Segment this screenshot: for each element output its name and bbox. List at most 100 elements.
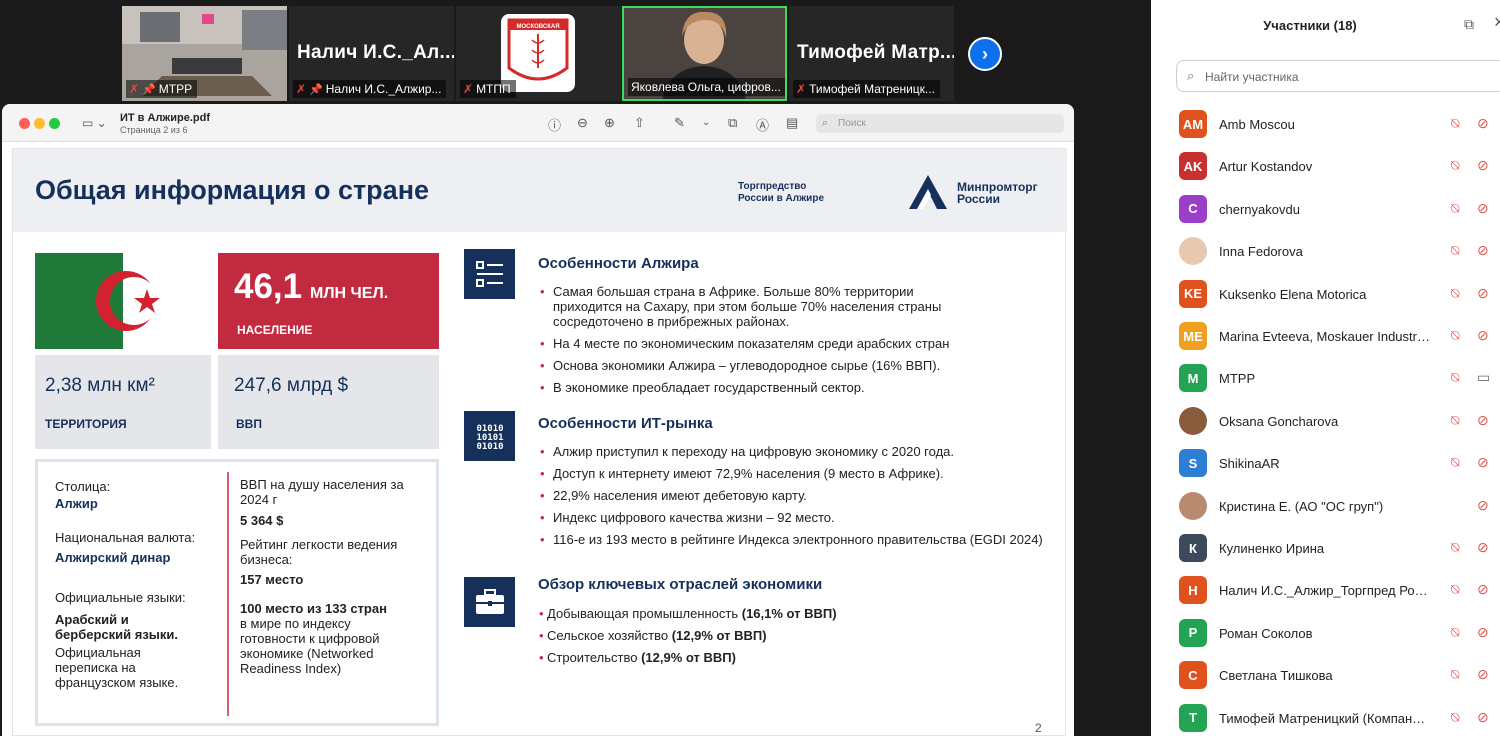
pdf-search-input[interactable]: ⌕ Поиск <box>816 114 1064 133</box>
list-item: На 4 месте по экономическим показателям … <box>539 336 959 351</box>
camera-off-icon[interactable]: ⊘ <box>1477 624 1489 641</box>
chevron-down-icon[interactable]: ⌄ <box>702 117 710 128</box>
pdf-viewer-window: ▭ ⌄ ИТ в Алжире.pdf Страница 2 из 6 ⓘ ⊖ … <box>2 104 1074 736</box>
mic-off-icon[interactable]: ⍉ <box>1451 369 1459 386</box>
mic-off-icon[interactable]: ⍉ <box>1451 157 1459 174</box>
currency-label: Национальная валюта: <box>55 530 196 545</box>
camera-off-icon[interactable]: ⊘ <box>1477 539 1489 556</box>
camera-off-icon[interactable]: ⊘ <box>1477 709 1489 726</box>
tile-label: ✗ МТПП <box>460 80 516 98</box>
zoom-out-icon[interactable]: ⊖ <box>577 115 588 131</box>
annotate-icon[interactable]: Ⓐ <box>756 115 769 134</box>
gdp-per-capita-value: 5 364 $ <box>240 513 284 528</box>
camera-off-icon[interactable]: ⊘ <box>1477 242 1489 259</box>
camera-off-icon[interactable]: ⊘ <box>1477 115 1489 132</box>
participant-name: Налич И.С._Алжир_Торгпред России <box>1219 583 1431 599</box>
participant-name: chernyakovdu <box>1219 201 1300 217</box>
camera-off-icon[interactable]: ⊘ <box>1477 200 1489 217</box>
tile-label: ✗ 📌 Налич И.С._Алжир... <box>293 80 447 98</box>
participant-row[interactable]: Oksana Goncharova ⍉ ⊘ <box>1179 406 1500 437</box>
mic-off-icon[interactable]: ⍉ <box>1451 709 1459 726</box>
camera-off-icon[interactable]: ⊘ <box>1477 157 1489 174</box>
capital-label: Столица: <box>55 479 111 494</box>
avatar: AK <box>1179 152 1207 181</box>
participant-row[interactable]: KE Kuksenko Elena Motorica ⍉ ⊘ <box>1179 279 1500 310</box>
trade-representation-label: Торгпредство России в Алжире <box>738 181 825 204</box>
video-tile-yakovleva[interactable]: Яковлева Ольга, цифров... <box>622 6 787 101</box>
video-tile-mtrr[interactable]: ✗ 📌 МТРР <box>122 6 287 101</box>
camera-off-icon[interactable]: ⊘ <box>1477 285 1489 302</box>
participant-row[interactable]: AK Artur Kostandov ⍉ ⊘ <box>1179 152 1500 182</box>
markup-pen-icon[interactable]: ✎ <box>674 115 685 131</box>
mic-off-icon[interactable]: ⍉ <box>1451 412 1459 429</box>
camera-off-icon[interactable]: ⊘ <box>1477 497 1489 514</box>
mic-off-icon[interactable]: ⍉ <box>1451 200 1459 217</box>
participant-row[interactable]: M MTPP ⍉ ▭ <box>1179 364 1500 394</box>
participant-name: Oksana Goncharova <box>1219 413 1339 429</box>
participant-row[interactable]: Т Тимофей Матреницкий (Компания "... ⍉ ⊘ <box>1179 703 1500 734</box>
participant-row[interactable]: ME Marina Evteeva, Moskauer Industrie u..… <box>1179 322 1500 352</box>
gdp-per-capita-label: ВВП на душу населения за 2024 г <box>240 477 404 507</box>
camera-off-icon[interactable]: ⊘ <box>1477 327 1489 344</box>
participant-row[interactable]: S ShikinaAR ⍉ ⊘ <box>1179 449 1500 479</box>
window-minimize-button[interactable] <box>34 118 45 129</box>
camera-off-icon[interactable]: ⊘ <box>1477 412 1489 429</box>
algeria-flag-icon <box>35 253 211 349</box>
avatar: Н <box>1179 576 1207 605</box>
list-item: Сельское хозяйство (12,9% от ВВП) <box>539 628 1069 643</box>
territory-value: 2,38 млн км² <box>45 375 155 396</box>
mic-off-icon[interactable]: ⍉ <box>1451 285 1459 302</box>
participant-row[interactable]: Cchernyakovdu ⍉ ⊘ <box>1179 194 1500 225</box>
camera-off-icon[interactable]: ⊘ <box>1477 666 1489 683</box>
mic-off-icon[interactable]: ⍉ <box>1451 624 1459 641</box>
share-icon[interactable]: ⇧ <box>634 115 645 131</box>
mic-off-icon[interactable]: ⍉ <box>1451 242 1459 259</box>
tile-display-name: Налич И.С._Ал... <box>297 42 454 63</box>
camera-off-icon[interactable]: ⊘ <box>1477 581 1489 598</box>
close-icon[interactable]: × <box>1494 12 1500 33</box>
mic-off-icon[interactable]: ⍉ <box>1451 115 1459 132</box>
rotate-icon[interactable]: ⧉ <box>728 115 737 131</box>
participant-row[interactable]: Н Налич И.С._Алжир_Торгпред России ⍉ ⊘ <box>1179 576 1500 606</box>
camera-icon[interactable]: ▭ <box>1477 369 1490 386</box>
slide-title: Общая информация о стране <box>35 175 430 205</box>
mic-off-icon[interactable]: ⍉ <box>1451 454 1459 471</box>
window-maximize-button[interactable] <box>49 118 60 129</box>
population-unit: МЛН ЧЕЛ. <box>310 285 389 302</box>
next-video-page-button[interactable]: › <box>968 37 1002 71</box>
zoom-in-icon[interactable]: ⊕ <box>604 115 615 131</box>
info-icon[interactable]: ⓘ <box>548 115 561 134</box>
mic-off-icon[interactable]: ⍉ <box>1451 327 1459 344</box>
video-tile-timofey[interactable]: Тимофей Матр... ✗ Тимофей Матреницк... <box>789 6 954 101</box>
participant-row[interactable]: Кристина Е. (АО "ОС груп") ⊘ <box>1179 491 1500 522</box>
pin-icon: 📌 <box>309 83 323 96</box>
ease-of-business-value: 157 место <box>240 572 304 587</box>
avatar: Р <box>1179 618 1207 647</box>
list-item: В экономике преобладает государственный … <box>539 380 959 395</box>
window-close-button[interactable] <box>19 118 30 129</box>
participant-name: Роман Соколов <box>1219 625 1313 641</box>
participant-name: Amb Moscou <box>1219 117 1295 132</box>
video-tile-mtpp[interactable]: МОСКОВСКАЯ ✗ МТПП <box>456 6 621 101</box>
mic-off-icon[interactable]: ⍉ <box>1451 581 1459 598</box>
list-item: Самая большая страна в Африке. Больше 80… <box>539 284 959 329</box>
participant-row[interactable]: Р Роман Соколов ⍉ ⊘ <box>1179 618 1500 649</box>
popout-icon[interactable]: ⧉ <box>1464 16 1474 33</box>
participant-row[interactable]: К Кулиненко Ирина ⍉ ⊘ <box>1179 534 1500 564</box>
camera-off-icon[interactable]: ⊘ <box>1477 454 1489 471</box>
participant-row[interactable]: Inna Fedorova ⍉ ⊘ <box>1179 237 1500 267</box>
form-icon[interactable]: ▤ <box>786 115 798 131</box>
languages-label: Официальные языки: <box>55 590 186 605</box>
section-list-it-market: Алжир приступил к переходу на цифровую э… <box>539 444 1069 554</box>
mtpp-logo-text: МОСКОВСКАЯ <box>516 24 559 30</box>
video-tile-nalich[interactable]: Налич И.С._Ал... ✗ 📌 Налич И.С._Алжир... <box>289 6 454 101</box>
participant-search-input[interactable]: ⌕ Найти участника <box>1176 60 1500 92</box>
mic-off-icon[interactable]: ⍉ <box>1451 539 1459 556</box>
search-icon: ⌕ <box>1187 68 1195 83</box>
participant-row[interactable]: AM Amb Moscou ⍉ ⊘ <box>1179 110 1500 140</box>
section-title-algeria: Особенности Алжира <box>538 255 699 272</box>
mic-off-icon[interactable]: ⍉ <box>1451 666 1459 683</box>
participant-row[interactable]: С Светлана Тишкова ⍉ ⊘ <box>1179 661 1500 691</box>
participant-name: Кристина Е. (АО "ОС груп") <box>1219 498 1384 514</box>
sidebar-toggle-icon[interactable]: ▭ ⌄ <box>82 116 107 130</box>
